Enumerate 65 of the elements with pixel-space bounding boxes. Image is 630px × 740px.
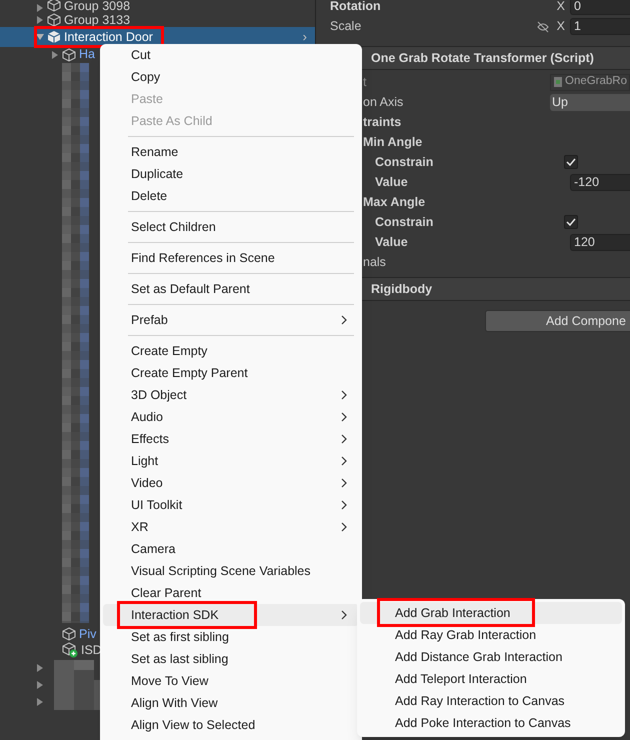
property-label: Max Angle [362, 194, 426, 211]
menu-item[interactable]: Add Ray Interaction to Canvas [360, 690, 622, 712]
property-label: Constrain [374, 154, 434, 171]
tree-label: Group 3098 [64, 0, 130, 12]
dropdown-field[interactable]: Up [550, 94, 630, 110]
menu-item[interactable]: Audio [103, 406, 359, 428]
menu-item[interactable]: Effects [103, 428, 359, 450]
tree-label: Interaction Door [64, 31, 153, 43]
menu-item[interactable]: Add Distance Grab Interaction [360, 646, 622, 668]
menu-item[interactable]: UI Toolkit [103, 494, 359, 516]
axis-label: X [556, 0, 565, 16]
axis-label: X [556, 18, 565, 36]
field-value: OneGrabRo [565, 74, 628, 90]
menu-item[interactable]: Set as last sibling [103, 648, 359, 670]
number-field[interactable]: 1 [570, 18, 630, 35]
property-label: Value [374, 174, 408, 191]
expand-arrow-icon [36, 681, 44, 689]
menu-item[interactable]: Delete [103, 185, 359, 207]
menu-item[interactable]: Clear Parent [103, 582, 359, 604]
menu-item[interactable]: Prefab [103, 309, 359, 331]
expand-arrow-icon [36, 664, 44, 672]
property-label: traints [362, 114, 402, 131]
property-label: Value [374, 234, 408, 251]
property-label: on Axis [362, 94, 404, 111]
menu-item[interactable]: Create Empty Parent [103, 362, 359, 384]
menu-item[interactable]: Interaction SDK [103, 604, 359, 626]
checkmark-icon [566, 158, 576, 166]
tree-label: Ha [79, 46, 95, 64]
checkmark-icon [566, 218, 576, 226]
checkbox[interactable] [564, 215, 578, 229]
menu-item[interactable]: XR [103, 516, 359, 538]
property-label: t [362, 74, 366, 91]
number-field[interactable]: 0 [570, 0, 630, 15]
menu-item[interactable]: Video [103, 472, 359, 494]
menu-item[interactable]: Add Poke Interaction to Canvas [360, 712, 622, 734]
number-field[interactable]: 120 [570, 234, 630, 250]
script-file-icon [553, 76, 563, 88]
menu-item[interactable]: Align With View [103, 692, 359, 714]
menu-item[interactable]: Find References in Scene [103, 247, 359, 269]
property-label: Constrain [374, 214, 434, 231]
menu-item[interactable]: Set as first sibling [103, 626, 359, 648]
menu-item[interactable]: Duplicate [103, 163, 359, 185]
property-label: Scale [330, 18, 362, 36]
menu-item[interactable]: Move To View [103, 670, 359, 692]
menu-item[interactable]: Create Empty [103, 340, 359, 362]
menu-item[interactable]: Add Ray Grab Interaction [360, 624, 622, 646]
tree-label: Group 3133 [64, 14, 130, 26]
property-label: Min Angle [362, 134, 422, 151]
add-component-button[interactable]: Add Compone [485, 310, 630, 332]
expand-arrow-icon [36, 698, 44, 706]
tree-label: Piv [79, 626, 96, 643]
field-value: Up [552, 94, 568, 111]
menu-item[interactable]: Camera [103, 538, 359, 560]
menu-item[interactable]: Align View to Selected [103, 714, 359, 736]
property-label: nals [362, 254, 386, 271]
menu-item[interactable]: Visual Scripting Scene Variables [103, 560, 359, 582]
chevron-icon: › [302, 27, 307, 47]
menu-item[interactable]: Rename [103, 141, 359, 163]
menu-item[interactable]: Select Children [103, 216, 359, 238]
number-field[interactable]: -120 [570, 174, 630, 190]
property-label: Rotation [330, 0, 381, 16]
menu-item[interactable]: Add Teleport Interaction [360, 668, 622, 690]
menu-item[interactable]: Light [103, 450, 359, 472]
menu-item[interactable]: 3D Object [103, 384, 359, 406]
checkbox[interactable] [564, 155, 578, 169]
